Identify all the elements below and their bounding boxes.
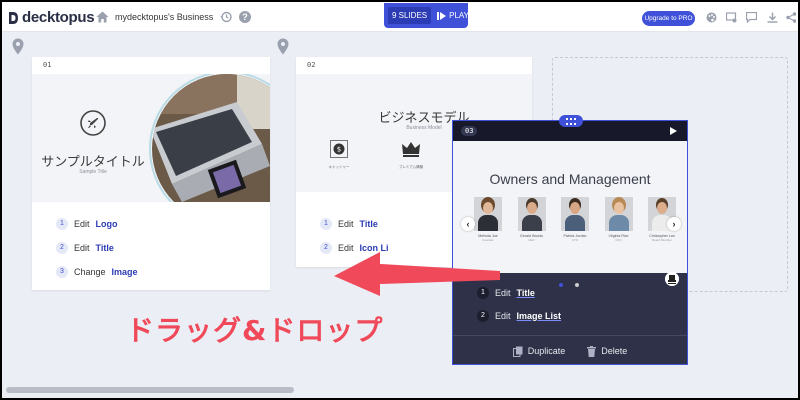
icon-label: キャッシャー [328,165,350,169]
play-slide-icon[interactable] [670,127,677,135]
edit-title-option[interactable]: 1 Edit Title [320,212,389,236]
person-card[interactable]: Virginia Rice CFO [601,197,637,242]
comment-icon[interactable] [746,12,757,23]
slide-title[interactable]: Owners and Management [453,171,687,187]
decktopus-logo-icon [9,11,18,24]
location-pin-icon[interactable] [12,38,24,55]
person-card[interactable]: Melinda Joe Founder [470,197,506,242]
play-button[interactable]: PLAY [437,11,469,20]
layout-settings-icon[interactable] [726,12,737,23]
person-photo [604,197,633,231]
stamp-icon[interactable] [665,272,679,286]
drag-and-drop-annotation: ドラッグ&ドロップ [126,314,384,347]
person-photo [474,197,502,231]
rocket-logo-icon[interactable] [80,110,106,136]
delete-button[interactable]: Delete [587,345,627,357]
logo-text: decktopus [22,9,95,26]
edit-logo-option[interactable]: 1 Edit Logo [56,212,138,236]
app-frame: decktopus mydecktopus's Business P ? 9 S… [2,2,798,398]
edit-title-option[interactable]: 2 Edit Title [56,236,138,260]
edit-image-list-option[interactable]: 2 Edit Image List [477,304,561,327]
app-logo[interactable]: decktopus [8,9,95,26]
palette-icon[interactable] [706,12,717,23]
card-actions: Duplicate Delete [453,335,687,366]
trash-icon [587,345,597,357]
play-label: PLAY [449,11,470,20]
person-photo [561,197,589,231]
slides-play-toggle: 9 SLIDES PLAY [384,3,469,28]
carousel-next-button[interactable]: › [667,217,681,231]
slide-number: 03 [461,126,478,136]
person-card[interactable]: Patrick Jordan CTO [557,197,593,242]
slide-number: 01 [43,61,52,69]
edit-options: 1 Edit Logo 2 Edit Title 3 Change Image [56,212,138,284]
share-icon[interactable] [786,12,797,23]
dollar-coin-icon: $ [330,140,348,158]
slide-card-3-dragging[interactable]: 03 Owners and Management Melinda Joe Fou… [452,115,688,366]
document-title[interactable]: mydecktopus's Business P [115,12,215,22]
slide-preview[interactable]: サンプルタイトル Sample Title [32,74,270,202]
slide-title[interactable]: サンプルタイトル [38,151,148,170]
person-photo [517,197,546,231]
slide-subtitle: Sample Title [79,169,107,175]
home-icon[interactable] [96,11,109,23]
svg-text:$: $ [337,146,341,154]
location-pin-icon[interactable] [277,38,289,55]
help-icon[interactable]: ? [239,11,251,23]
people-image-list[interactable]: Melinda Joe Founder Gerald Woods CEO Pat… [470,197,680,242]
download-icon[interactable] [767,12,778,23]
icon-label: プレミアム構築 [398,165,424,169]
carousel-dots [559,283,579,287]
icon-item[interactable]: プレミアム構築 [396,140,426,170]
icon-item[interactable]: $ キャッシャー [324,140,354,170]
change-image-option[interactable]: 3 Change Image [56,260,138,284]
slide-card-1[interactable]: 01 サンプルタイトル Sample Title 1 Edit Logo 2 E… [32,57,270,290]
upgrade-to-pro-button[interactable]: Upgrade to PRO [642,11,695,26]
duplicate-icon [512,346,523,357]
play-icon [437,11,447,20]
slide-number: 02 [307,61,316,69]
crown-icon [402,142,420,157]
duplicate-button[interactable]: Duplicate [512,346,565,357]
horizontal-scrollbar[interactable] [6,387,294,393]
drag-handle-icon[interactable] [559,115,583,127]
carousel-prev-button[interactable]: ‹ [461,217,475,231]
drag-direction-arrow-icon [334,252,500,296]
carousel-dot[interactable] [575,283,579,287]
laptop-photo [149,74,270,202]
person-card[interactable]: Gerald Woods CEO [514,197,550,242]
history-icon[interactable] [220,11,232,23]
top-bar: decktopus mydecktopus's Business P ? 9 S… [2,2,798,32]
slides-button[interactable]: 9 SLIDES [388,7,432,24]
